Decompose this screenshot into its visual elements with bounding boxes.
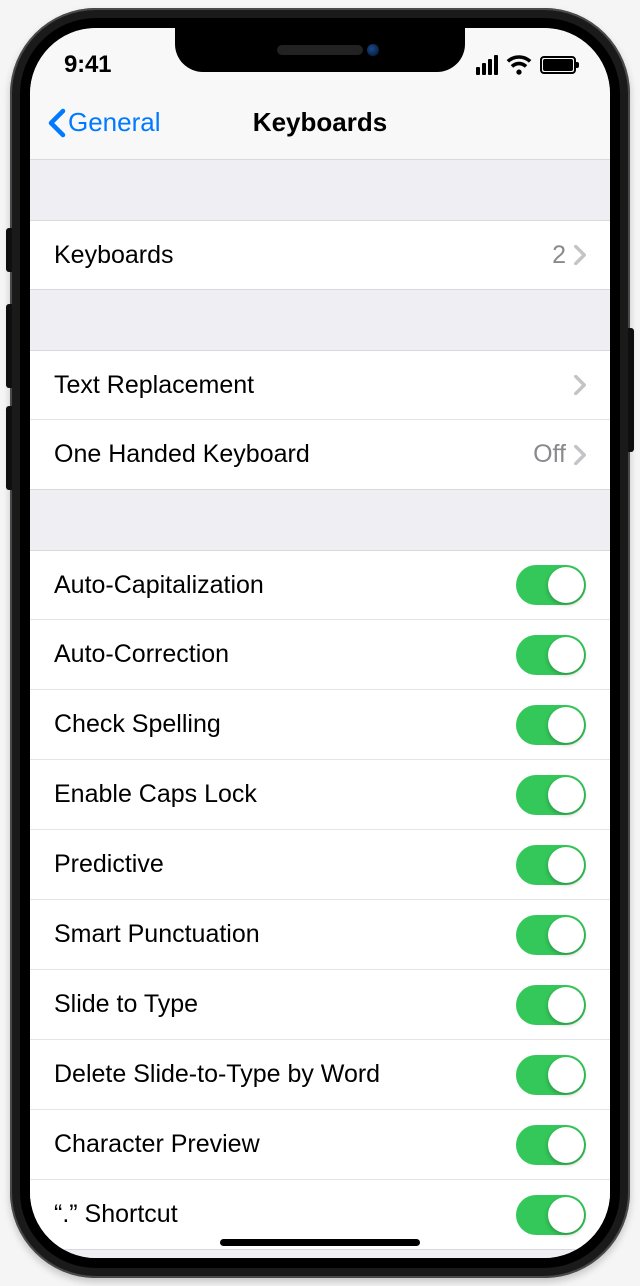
device-bezel: 9:41	[20, 18, 620, 1268]
toggle-knob	[548, 707, 584, 743]
row-auto-correction[interactable]: Auto-Correction	[30, 620, 610, 690]
toggle-knob	[548, 1057, 584, 1093]
notch	[175, 28, 465, 72]
toggle-enable-caps-lock[interactable]	[516, 775, 586, 815]
row-label: Delete Slide-to-Type by Word	[54, 1060, 516, 1089]
row-value: Off	[533, 440, 566, 469]
row-one-handed[interactable]: One Handed KeyboardOff	[30, 420, 610, 490]
toggle-knob	[548, 1127, 584, 1163]
row-label: “.” Shortcut	[54, 1200, 516, 1229]
chevron-left-icon	[48, 108, 66, 138]
speaker-grill	[277, 45, 363, 55]
row-label: One Handed Keyboard	[54, 440, 533, 469]
row-label: Enable Caps Lock	[54, 780, 516, 809]
row-keyboards[interactable]: Keyboards2	[30, 220, 610, 290]
row-auto-capitalization[interactable]: Auto-Capitalization	[30, 550, 610, 620]
row-label: Predictive	[54, 850, 516, 879]
toggle-smart-punctuation[interactable]	[516, 915, 586, 955]
toggle-slide-to-type[interactable]	[516, 985, 586, 1025]
cell-signal-icon	[476, 55, 498, 75]
side-button-power	[628, 328, 634, 452]
toggle-knob	[548, 987, 584, 1023]
toggle-check-spelling[interactable]	[516, 705, 586, 745]
row-smart-punctuation[interactable]: Smart Punctuation	[30, 900, 610, 970]
row-value: 2	[552, 241, 566, 270]
row-enable-caps-lock[interactable]: Enable Caps Lock	[30, 760, 610, 830]
chevron-right-icon	[574, 375, 586, 395]
side-button-silent	[6, 228, 12, 272]
row-predictive[interactable]: Predictive	[30, 830, 610, 900]
device-frame: 9:41	[10, 8, 630, 1278]
screen: 9:41	[30, 28, 610, 1258]
row-label: Text Replacement	[54, 371, 574, 400]
row-check-spelling[interactable]: Check Spelling	[30, 690, 610, 760]
toggle-knob	[548, 917, 584, 953]
toggle-period-shortcut[interactable]	[516, 1195, 586, 1235]
row-slide-to-type[interactable]: Slide to Type	[30, 970, 610, 1040]
toggle-knob	[548, 567, 584, 603]
battery-icon	[540, 56, 576, 74]
wifi-icon	[506, 55, 532, 75]
row-label: Slide to Type	[54, 990, 516, 1019]
row-label: Auto-Capitalization	[54, 571, 516, 600]
nav-bar: General Keyboards	[30, 86, 610, 160]
status-time: 9:41	[64, 51, 111, 79]
toggle-knob	[548, 777, 584, 813]
chevron-right-icon	[574, 245, 586, 265]
home-indicator[interactable]	[220, 1239, 420, 1246]
row-label: Smart Punctuation	[54, 920, 516, 949]
back-button[interactable]: General	[48, 107, 161, 138]
row-label: Keyboards	[54, 241, 552, 270]
side-button-vol-down	[6, 406, 12, 490]
back-label: General	[68, 107, 161, 138]
toggle-auto-correction[interactable]	[516, 635, 586, 675]
section-gap	[30, 290, 610, 350]
toggle-predictive[interactable]	[516, 845, 586, 885]
row-label: Auto-Correction	[54, 640, 516, 669]
row-label: Character Preview	[54, 1130, 516, 1159]
toggle-knob	[548, 1197, 584, 1233]
front-camera	[367, 44, 379, 56]
row-delete-slide-word[interactable]: Delete Slide-to-Type by Word	[30, 1040, 610, 1110]
status-right	[476, 55, 576, 75]
toggle-delete-slide-word[interactable]	[516, 1055, 586, 1095]
chevron-right-icon	[574, 445, 586, 465]
row-character-preview[interactable]: Character Preview	[30, 1110, 610, 1180]
section-gap	[30, 490, 610, 550]
row-label: Check Spelling	[54, 710, 516, 739]
row-text-replacement[interactable]: Text Replacement	[30, 350, 610, 420]
section-gap	[30, 160, 610, 220]
side-button-vol-up	[6, 304, 12, 388]
toggle-character-preview[interactable]	[516, 1125, 586, 1165]
toggle-auto-capitalization[interactable]	[516, 565, 586, 605]
toggle-knob	[548, 637, 584, 673]
content-scroll[interactable]: Keyboards2 Text Replacement One Handed Key…	[30, 160, 610, 1258]
toggle-knob	[548, 847, 584, 883]
